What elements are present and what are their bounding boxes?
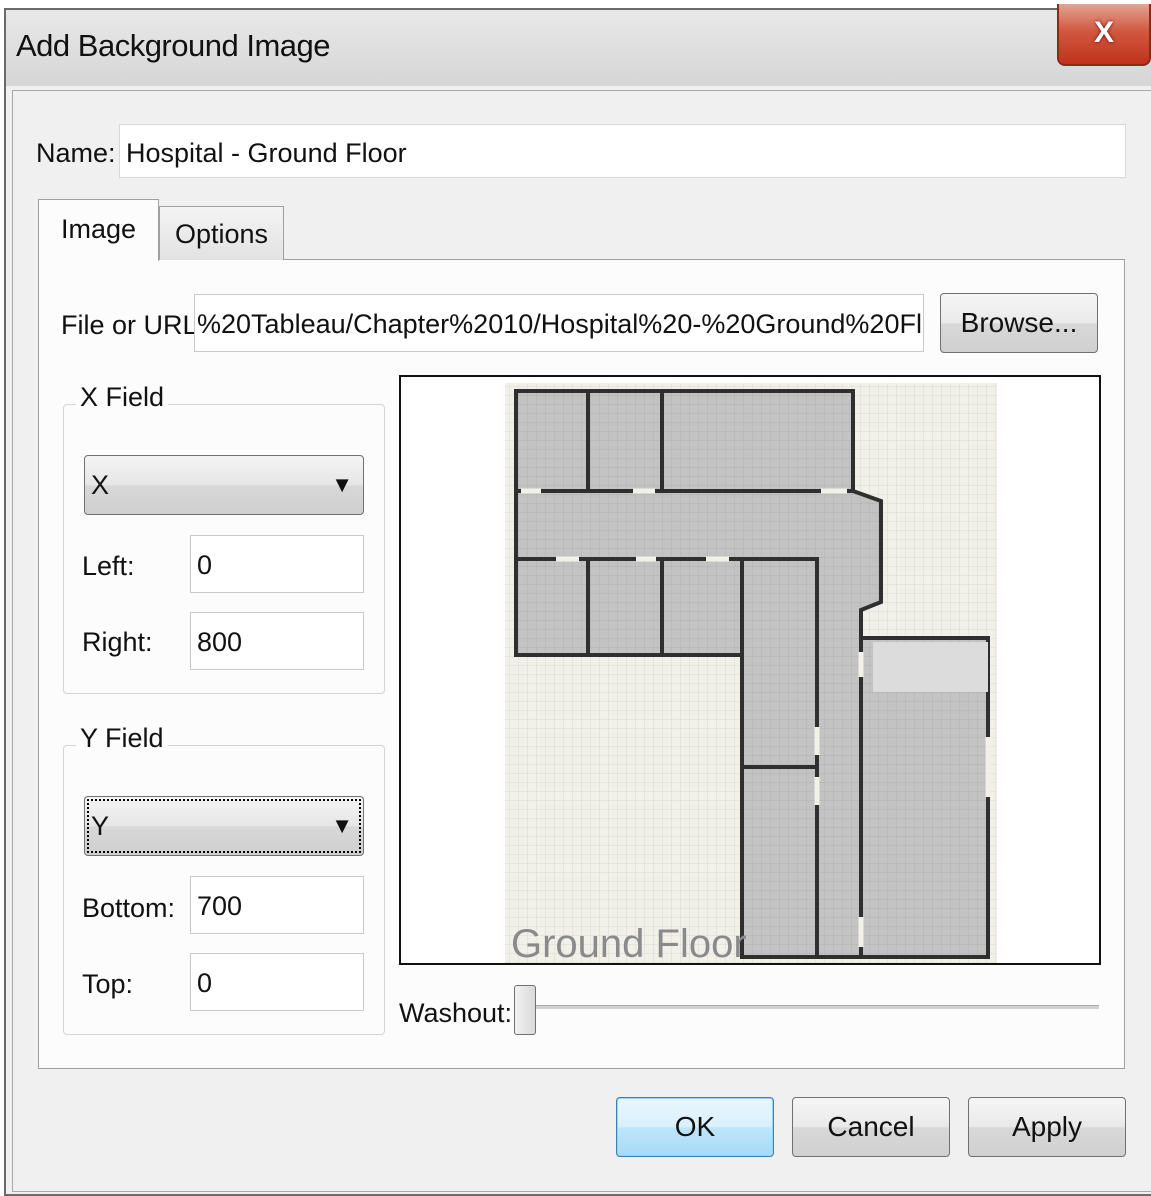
washout-label: Washout: — [399, 998, 513, 1028]
x-field-selected-value: X — [91, 470, 110, 500]
file-url-input[interactable]: %20Tableau/Chapter%2010/Hospital%20-%20G… — [194, 294, 924, 352]
right-label: Right: — [82, 627, 153, 657]
x-field-select[interactable]: X ▼ — [84, 455, 364, 515]
close-button[interactable]: X — [1057, 4, 1151, 66]
right-input[interactable]: 800 — [190, 612, 364, 670]
bottom-input[interactable]: 700 — [190, 876, 364, 934]
dropdown-arrow-icon: ▼ — [331, 813, 353, 838]
image-preview: Ground Floor — [399, 375, 1101, 965]
cancel-button[interactable]: Cancel — [792, 1097, 950, 1157]
left-label: Left: — [82, 551, 135, 581]
x-field-legend: X Field — [76, 382, 169, 413]
left-input[interactable]: 0 — [190, 535, 364, 593]
file-url-label: File or URL: — [61, 310, 206, 340]
title-bar[interactable]: Add Background Image X — [6, 4, 1151, 86]
y-field-select[interactable]: Y ▼ — [84, 796, 364, 856]
floor-plan-caption: Ground Floor — [511, 922, 747, 963]
top-input[interactable]: 0 — [190, 953, 364, 1011]
y-field-group: Y Field Y ▼ Bottom: 700 Top: 0 — [63, 723, 385, 1035]
ok-button[interactable]: OK — [616, 1097, 774, 1157]
name-input[interactable]: Hospital - Ground Floor — [119, 124, 1126, 178]
dropdown-arrow-icon: ▼ — [331, 472, 353, 497]
dialog-title: Add Background Image — [16, 28, 331, 63]
washout-slider-track[interactable] — [524, 1005, 1099, 1009]
y-field-legend: Y Field — [76, 723, 168, 754]
bottom-label: Bottom: — [82, 893, 176, 923]
floor-plan-image: Ground Floor — [505, 383, 997, 963]
washout-slider-thumb[interactable] — [514, 985, 536, 1035]
tab-options[interactable]: Options — [159, 206, 284, 260]
browse-button[interactable]: Browse... — [940, 293, 1098, 353]
apply-button[interactable]: Apply — [968, 1097, 1126, 1157]
x-field-group: X Field X ▼ Left: 0 Right: 800 — [63, 382, 385, 694]
close-icon: X — [1093, 16, 1114, 49]
tab-image[interactable]: Image — [38, 199, 159, 261]
top-label: Top: — [82, 969, 134, 999]
y-field-selected-value: Y — [91, 811, 110, 841]
name-label: Name: — [36, 138, 116, 168]
